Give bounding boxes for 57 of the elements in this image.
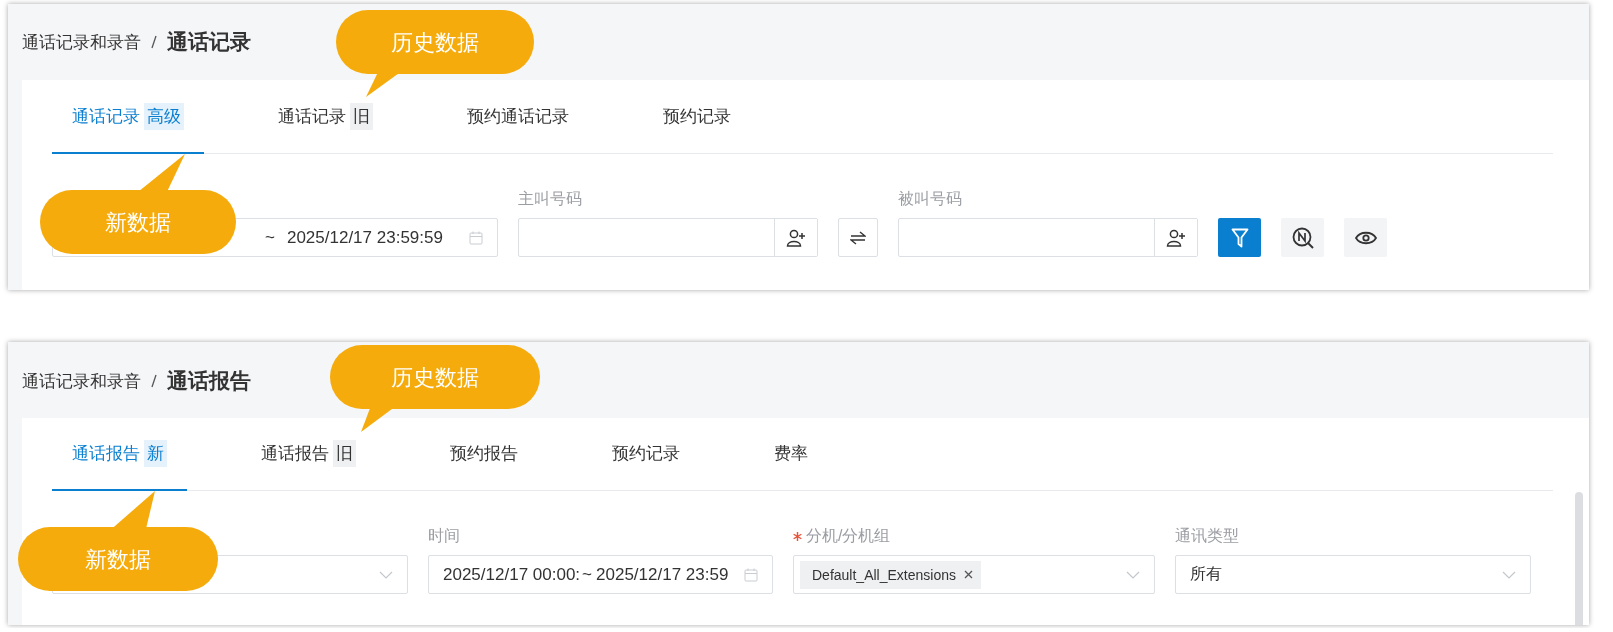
field-label: 主叫号码 — [518, 188, 582, 209]
scrollbar[interactable] — [1575, 492, 1583, 625]
tab[interactable]: 预约记录 — [643, 80, 751, 154]
field-label: 被叫号码 — [898, 188, 962, 209]
close-icon[interactable] — [964, 570, 973, 579]
filter-button[interactable] — [1218, 218, 1261, 257]
calendar-icon — [744, 567, 758, 582]
range-separator: ~ — [581, 564, 593, 585]
tab[interactable]: 通话报告 新 — [52, 418, 187, 491]
chevron-down-icon — [379, 570, 393, 579]
tab-badge: 旧 — [333, 440, 356, 467]
selected-tag: Default_All_Extensions — [800, 560, 981, 589]
select-field[interactable]: Default_All_Extensions — [793, 555, 1155, 594]
number-field[interactable] — [898, 218, 1198, 257]
chevron-down-icon — [1126, 570, 1140, 579]
number-search-button[interactable] — [1281, 218, 1324, 257]
chevron-down-icon — [1502, 570, 1516, 579]
tab[interactable]: 预约通话记录 — [447, 80, 589, 154]
eye-icon — [1354, 230, 1377, 245]
callout-tooltip: 新数据 — [40, 154, 236, 254]
select-value: 所有 — [1189, 564, 1222, 584]
end-date-text: 2025/12/17 23:59:59 — [286, 227, 444, 248]
start-date-text: 2025/12/17 00:00: — [443, 564, 581, 584]
field-label: 时间 — [428, 525, 460, 546]
add-person-icon — [786, 228, 806, 247]
field-label: 通讯类型 — [1175, 525, 1239, 546]
breadcrumb-separator-icon — [151, 35, 157, 49]
tab-badge: 高级 — [144, 102, 184, 130]
date-range-field[interactable]: 2025/12/17 00:00:~ 2025/12/17 23:59 — [428, 555, 773, 594]
contact-picker-button[interactable] — [1154, 219, 1197, 256]
field-label: 分机/分机组 — [806, 525, 891, 546]
view-button[interactable] — [1344, 218, 1387, 257]
tab[interactable]: 通话报告 旧 — [241, 418, 376, 491]
tab-badge: 旧 — [350, 102, 373, 130]
tab-badge: 新 — [144, 440, 167, 467]
tab[interactable]: 通话记录 旧 — [258, 80, 393, 154]
breadcrumb-separator-icon — [151, 374, 157, 388]
breadcrumb-parent[interactable]: 通话记录和录音 — [22, 30, 141, 54]
search-icon — [1291, 226, 1314, 249]
calendar-icon — [469, 230, 483, 245]
filter-icon — [1230, 227, 1249, 248]
page-title: 通话报告 — [167, 368, 251, 394]
swap-button[interactable] — [838, 218, 878, 257]
tab[interactable]: 通话记录 高级 — [52, 80, 204, 154]
end-date-text: 2025/12/17 23:59 — [596, 564, 730, 585]
callout-tooltip: 新数据 — [18, 491, 218, 591]
breadcrumb-parent[interactable]: 通话记录和录音 — [22, 369, 141, 393]
tab[interactable]: 预约记录 — [592, 418, 700, 491]
add-person-icon — [1166, 228, 1186, 247]
contact-picker-button[interactable] — [774, 219, 817, 256]
select-field[interactable]: 所有 — [1175, 555, 1531, 594]
number-field[interactable] — [518, 218, 818, 257]
tab[interactable]: 费率 — [754, 418, 828, 491]
range-separator: ~ — [264, 227, 276, 248]
tab[interactable]: 预约报告 — [430, 418, 538, 491]
page-title: 通话记录 — [167, 29, 251, 55]
swap-icon — [850, 230, 866, 245]
